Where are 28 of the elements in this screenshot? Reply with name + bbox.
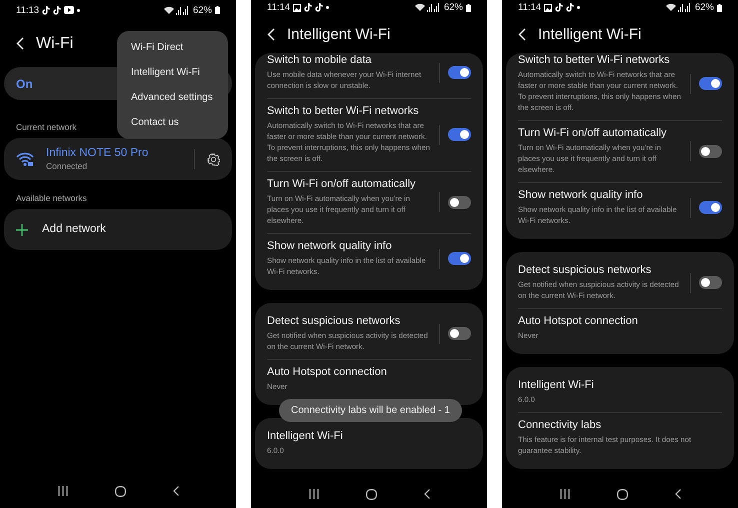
setting-title: Intelligent Wi-Fi xyxy=(267,430,344,444)
battery-level: 62% xyxy=(444,2,463,14)
setting-title: Switch to better Wi-Fi networks xyxy=(518,54,671,68)
setting-title: Turn Wi-Fi on/off automatically xyxy=(267,178,417,192)
setting-title: Connectivity labs xyxy=(518,419,602,432)
setting-title: Show network quality info xyxy=(518,189,644,202)
section-header: Current network xyxy=(16,122,76,132)
status-time: 11:13 xyxy=(16,4,40,16)
screen-title: Intelligent Wi-Fi xyxy=(538,26,642,44)
setting-title: Show network quality info xyxy=(267,240,393,254)
setting-title: Switch to better Wi-Fi networks xyxy=(267,105,420,118)
setting-title: Intelligent Wi-Fi xyxy=(518,379,595,392)
setting-title: Turn Wi-Fi on/off automatically xyxy=(518,127,668,140)
battery-level: 62% xyxy=(192,4,212,16)
setting-title: Auto Hotspot connection xyxy=(267,366,388,380)
setting-title: Detect suspicious networks xyxy=(518,264,652,278)
section-header: Available networks xyxy=(16,193,87,203)
setting-title: Auto Hotspot connection xyxy=(518,315,639,328)
status-time: 11:14 xyxy=(518,2,542,14)
battery-level: 62% xyxy=(694,2,714,14)
screen-title: Wi-Fi xyxy=(36,34,74,52)
setting-title: Detect suspicious networks xyxy=(267,315,402,328)
setting-title: Switch to mobile data xyxy=(267,54,373,68)
status-toast: Connectivity labs will be enabled - 1 xyxy=(279,399,462,422)
screen-title: Intelligent Wi-Fi xyxy=(287,26,390,44)
network-status: Connected xyxy=(46,160,88,172)
status-time: 11:14 xyxy=(267,2,290,14)
network-name: Infinix NOTE 50 Pro xyxy=(46,146,150,158)
